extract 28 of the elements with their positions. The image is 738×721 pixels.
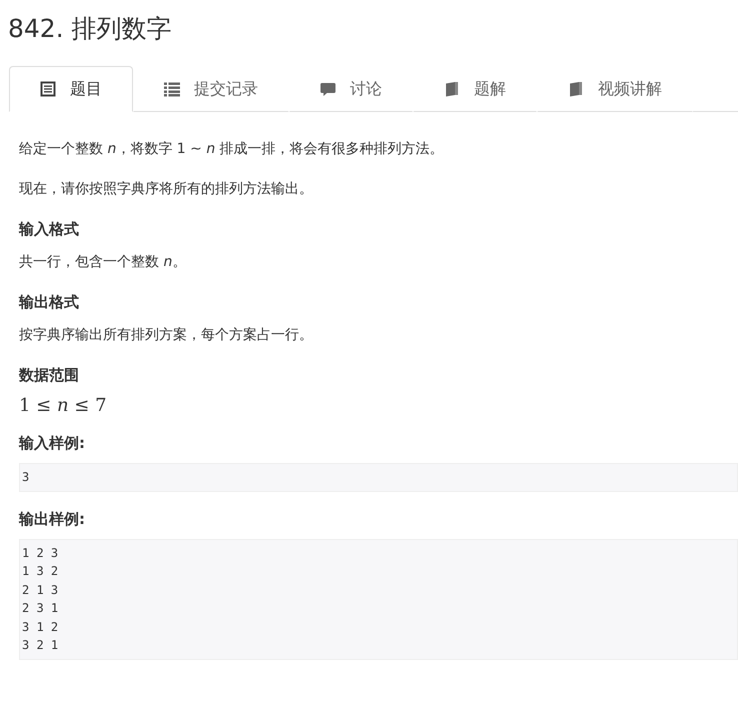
section-heading: 输出样例: [19, 510, 86, 528]
comment-icon [320, 81, 336, 97]
paragraph: 给定一个整数 n，将数字 1 ∼ n 排成一排，将会有很多种排列方法。 [19, 140, 445, 158]
code-line: 2 1 3 [22, 582, 60, 598]
section-heading: 输出格式 [19, 293, 80, 312]
problem-title: 842. 排列数字 [7, 13, 173, 45]
code-line: 3 1 2 [22, 618, 60, 636]
tab[interactable]: 提交记录 [133, 66, 289, 112]
document-icon [40, 81, 56, 97]
list-icon [164, 81, 180, 97]
code-line: 3 [22, 469, 30, 486]
paragraph: 按字典序输出所有排列方案，每个方案占一行。 [19, 326, 314, 344]
tab[interactable]: 题目 [9, 66, 133, 112]
code-line: 1 2 3 [22, 544, 60, 562]
code-line: 2 3 1 [22, 600, 60, 617]
paragraph: 共一行，包含一个整数 n。 [19, 253, 188, 271]
code-line: 3 2 1 [22, 637, 60, 654]
code-line: 1 3 2 [22, 563, 60, 580]
tab[interactable]: 视频讲解 [537, 66, 693, 112]
book-icon [444, 81, 460, 97]
section-heading: 输入格式 [19, 220, 80, 239]
book-icon [568, 81, 584, 97]
section-heading: 输入样例: [19, 434, 86, 453]
math-formula: 1 ≤ n ≤ 7 [19, 395, 108, 416]
section-heading: 数据范围 [19, 366, 80, 385]
tab[interactable]: 题解 [413, 66, 537, 112]
paragraph: 现在，请你按照字典序将所有的排列方法输出。 [19, 180, 314, 198]
tab[interactable]: 讨论 [289, 66, 413, 112]
